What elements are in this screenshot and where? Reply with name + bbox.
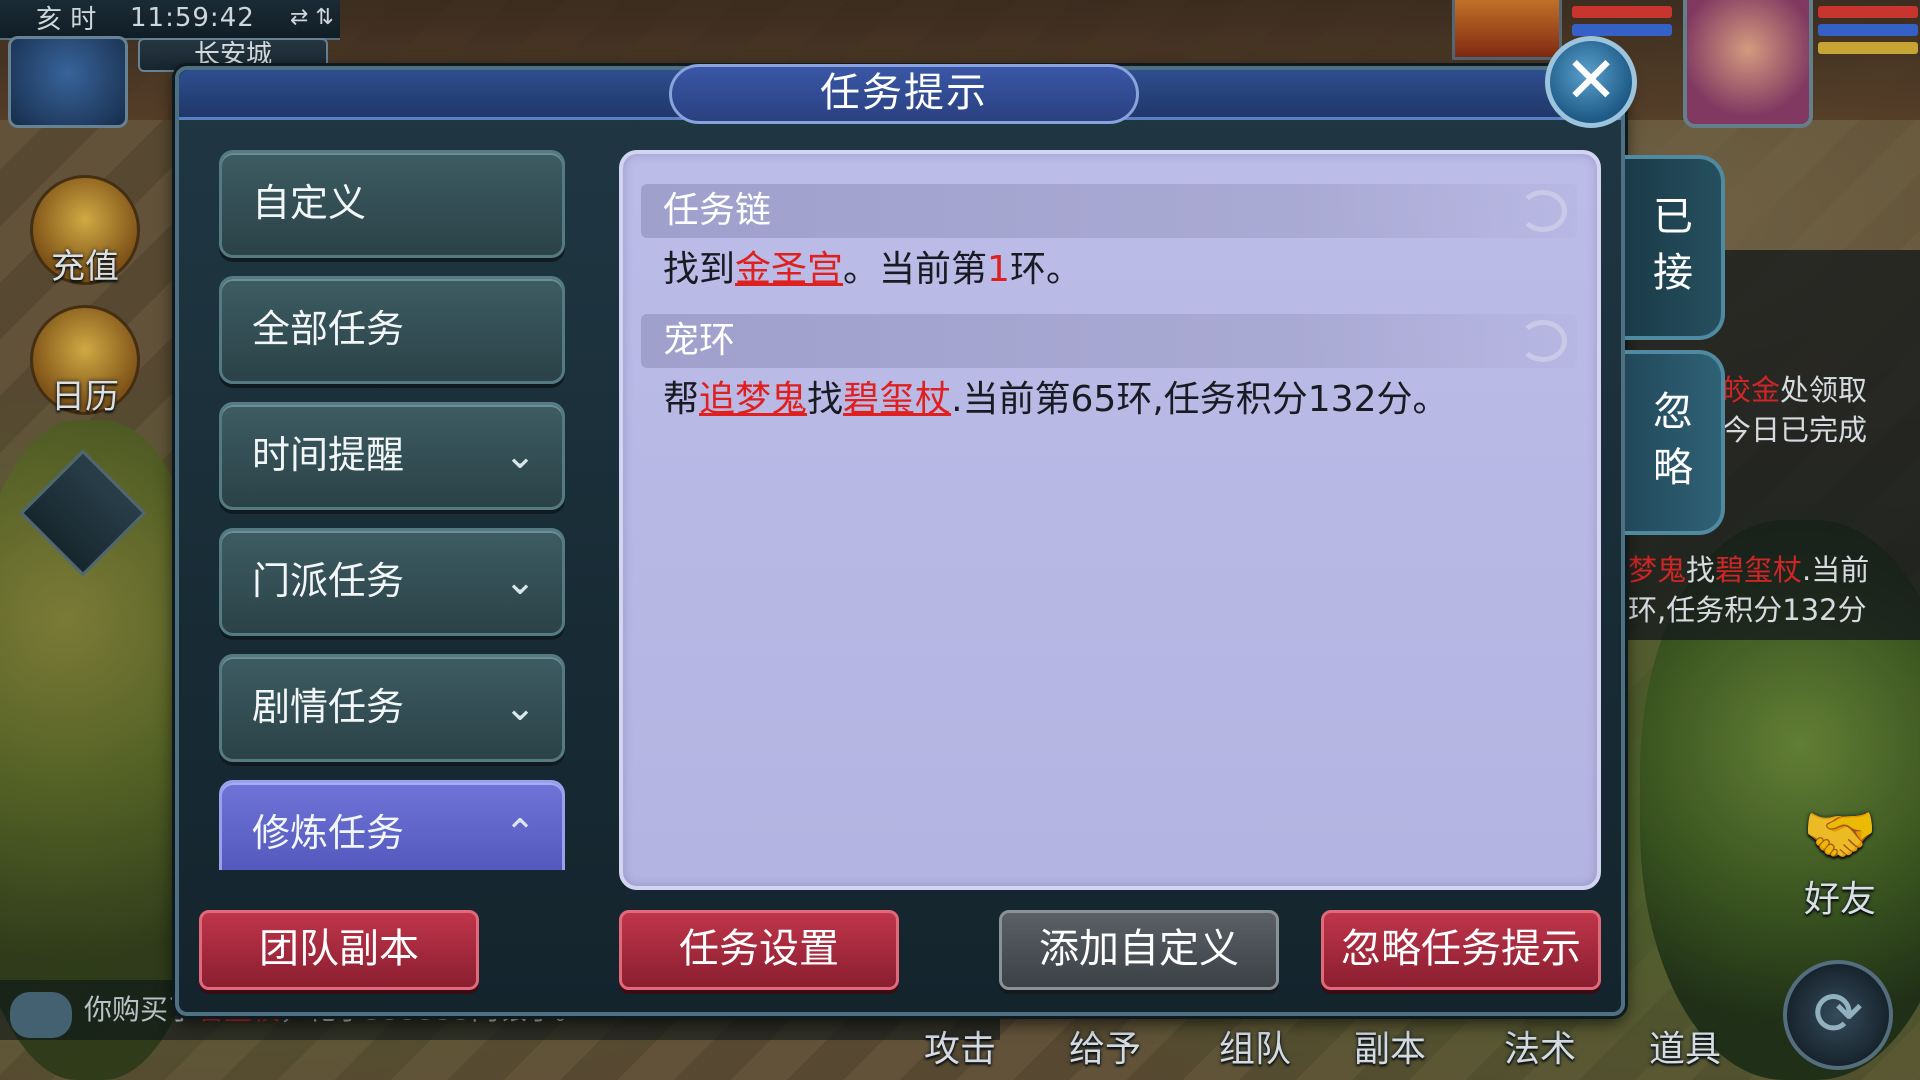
tab-custom[interactable]: 自定义: [219, 150, 565, 258]
pet-ring-npc-link[interactable]: 追梦鬼: [699, 379, 807, 420]
task-settings-button[interactable]: 任务设置: [619, 910, 899, 990]
swirl-ornament-icon: [1519, 190, 1567, 232]
task-chain-description: 找到金圣宫。当前第1环。: [663, 249, 1082, 290]
team-dungeon-button[interactable]: 团队副本: [199, 910, 479, 990]
tab-cultivation-tasks[interactable]: 修炼任务 ⌃: [219, 780, 565, 870]
task-category-list: 自定义 全部任务 时间提醒 ⌄ 门派任务 ⌄ 剧情任务 ⌄ 修炼任务 ⌃: [219, 150, 569, 870]
chevron-down-icon: ⌄: [504, 559, 536, 603]
tab-accepted[interactable]: 已 接: [1625, 155, 1725, 340]
task-hint-dialog: 任务提示 自定义 全部任务 时间提醒 ⌄ 门派任务 ⌄ 剧情任务 ⌄ 修炼任务 …: [175, 64, 1625, 1016]
tab-sect-tasks[interactable]: 门派任务 ⌄: [219, 528, 565, 636]
close-icon[interactable]: ✕: [1545, 36, 1637, 128]
swirl-ornament-icon: [1519, 320, 1567, 362]
tab-ignored[interactable]: 忽 略: [1625, 350, 1725, 535]
dialog-title: 任务提示: [669, 64, 1139, 124]
task-detail-panel: 任务链 找到金圣宫。当前第1环。 宠环 帮追梦鬼找碧玺杖.当前第65环,任务积分…: [619, 150, 1601, 890]
section-header-task-chain: 任务链: [641, 184, 1577, 238]
chevron-up-icon: ⌃: [504, 811, 536, 855]
tab-story-tasks[interactable]: 剧情任务 ⌄: [219, 654, 565, 762]
pet-ring-item-link[interactable]: 碧玺杖: [843, 379, 951, 420]
section-header-pet-ring: 宠环: [641, 314, 1577, 368]
task-chain-location-link[interactable]: 金圣宫: [735, 249, 843, 290]
chevron-down-icon: ⌄: [504, 433, 536, 477]
tab-all-tasks[interactable]: 全部任务: [219, 276, 565, 384]
tab-time-reminder[interactable]: 时间提醒 ⌄: [219, 402, 565, 510]
pet-ring-description: 帮追梦鬼找碧玺杖.当前第65环,任务积分132分。: [663, 379, 1449, 420]
add-custom-button[interactable]: 添加自定义: [999, 910, 1279, 990]
chevron-down-icon: ⌄: [504, 685, 536, 729]
ignore-task-hint-button[interactable]: 忽略任务提示: [1321, 910, 1601, 990]
